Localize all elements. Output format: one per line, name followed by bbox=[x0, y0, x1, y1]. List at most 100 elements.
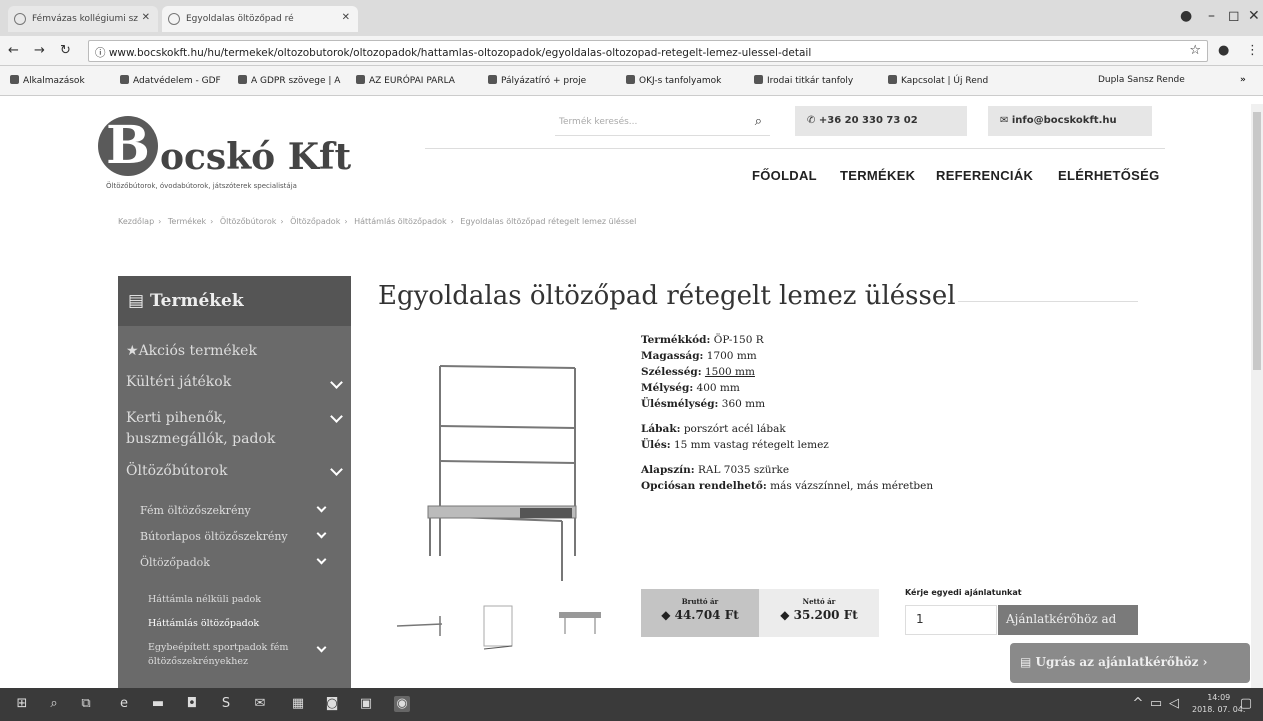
sidebar-item-built-in-line2[interactable]: öltözőszekrényekhez bbox=[148, 656, 248, 667]
thumbnail-2[interactable] bbox=[478, 604, 518, 654]
skype-icon[interactable]: S bbox=[218, 696, 234, 712]
bookmark-item[interactable]: Kapcsolat | Új Rend bbox=[888, 75, 988, 86]
request-quote-label: Kérje egyedi ajánlatunkat bbox=[905, 588, 1022, 597]
search-icon[interactable]: ⌕ bbox=[755, 114, 762, 129]
go-to-quote-button[interactable]: ▤ Ugrás az ajánlatkérőhöz › bbox=[1010, 643, 1250, 683]
product-image[interactable] bbox=[390, 346, 590, 586]
gross-price-label: Bruttó ár bbox=[681, 597, 719, 606]
bookmark-item[interactable]: AZ EURÓPAI PARLA bbox=[356, 75, 455, 86]
task-view-icon[interactable]: ⧉ bbox=[78, 696, 94, 712]
logo-name[interactable]: ocskó Kft bbox=[160, 136, 351, 178]
chevron-down-icon[interactable] bbox=[330, 410, 343, 423]
chevron-down-icon[interactable] bbox=[316, 642, 327, 653]
menu-home[interactable]: FŐOLDAL bbox=[752, 168, 817, 183]
more-bookmarks-icon[interactable]: » bbox=[1240, 75, 1246, 85]
bookmark-item[interactable]: Pályázatíró + proje bbox=[488, 75, 586, 86]
logo-mark[interactable]: B bbox=[98, 116, 158, 176]
network-icon[interactable]: ▭ bbox=[1148, 696, 1164, 712]
email-button[interactable]: ✉ info@bocskokft.hu bbox=[988, 106, 1152, 136]
add-to-quote-button[interactable]: Ajánlatkérőhöz ad bbox=[998, 605, 1138, 635]
photos-icon[interactable]: ◙ bbox=[324, 696, 340, 712]
tab-close-icon[interactable]: ✕ bbox=[342, 12, 350, 23]
spec-width: Szélesség: 1500 mm bbox=[641, 366, 755, 378]
bookmark-apps[interactable]: Alkalmazások bbox=[10, 75, 85, 86]
forward-icon[interactable]: → bbox=[34, 43, 45, 58]
breadcrumb-item[interactable]: Öltözőpadok bbox=[290, 217, 340, 226]
spec-height: Magasság: 1700 mm bbox=[641, 350, 757, 362]
thumbnail-1[interactable] bbox=[392, 606, 452, 638]
sidebar-item-metal-lockers[interactable]: Fém öltözőszekrény bbox=[140, 504, 251, 517]
bookmark-item[interactable]: Adatvédelem - GDF bbox=[120, 75, 221, 86]
mail-icon[interactable]: ✉ bbox=[252, 696, 268, 712]
chevron-down-icon[interactable] bbox=[316, 502, 327, 513]
sidebar-item-built-in-line1[interactable]: Egybeépített sportpadok fém bbox=[148, 642, 288, 653]
back-icon[interactable]: ← bbox=[8, 43, 19, 58]
edge-icon[interactable]: e bbox=[116, 696, 132, 712]
spec-color: Alapszín: RAL 7035 szürke bbox=[641, 464, 790, 476]
chevron-down-icon[interactable] bbox=[330, 376, 343, 389]
file-explorer-icon[interactable]: ▬ bbox=[150, 696, 166, 712]
breadcrumb-item[interactable]: Háttámlás öltözőpadok bbox=[354, 217, 447, 226]
spec-seat: Ülés: 15 mm vastag rétegelt lemez bbox=[641, 439, 829, 451]
store-icon[interactable]: ◘ bbox=[184, 696, 200, 712]
chevron-down-icon[interactable] bbox=[316, 528, 327, 539]
notifications-icon[interactable]: ▢ bbox=[1238, 696, 1254, 712]
bookmark-icon bbox=[626, 75, 635, 84]
sidebar-item-benches-back[interactable]: Háttámlás öltözőpadok bbox=[148, 618, 259, 629]
web-page: B ocskó Kft Öltözőbútorok, óvodabútorok,… bbox=[0, 96, 1263, 688]
logo-tagline: Öltözőbútorok, óvodabútorok, játszóterek… bbox=[106, 182, 297, 190]
breadcrumb-item[interactable]: Öltözőbútorok bbox=[220, 217, 276, 226]
maximize-icon[interactable]: ◻ bbox=[1228, 8, 1240, 24]
sidebar-item-garden-line1[interactable]: Kerti pihenők, bbox=[126, 410, 227, 426]
bookmark-icon bbox=[238, 75, 247, 84]
breadcrumb-item[interactable]: Termékek bbox=[168, 217, 206, 226]
bookmark-item[interactable]: OKJ-s tanfolyamok bbox=[626, 75, 721, 86]
sidebar-item-board-lockers[interactable]: Bútorlapos öltözőszekrény bbox=[140, 530, 288, 543]
phone-button[interactable]: ✆ +36 20 330 73 02 bbox=[795, 106, 967, 136]
calculator-icon[interactable]: ▦ bbox=[290, 696, 306, 712]
chevron-down-icon[interactable] bbox=[316, 554, 327, 565]
bookmark-item[interactable]: Dupla Sansz Rende bbox=[1098, 75, 1185, 85]
spec-options: Opciósan rendelhető: más vázszínnel, más… bbox=[641, 480, 934, 492]
close-window-icon[interactable]: ✕ bbox=[1248, 8, 1260, 24]
menu-icon[interactable]: ⋮ bbox=[1246, 43, 1259, 58]
chrome-icon[interactable]: ◉ bbox=[394, 696, 410, 712]
start-icon[interactable]: ⊞ bbox=[14, 696, 30, 712]
profile-icon[interactable]: ● bbox=[1180, 8, 1192, 24]
bookmark-item[interactable]: A GDPR szövege | A bbox=[238, 75, 340, 86]
reload-icon[interactable]: ↻ bbox=[60, 43, 71, 58]
search-icon[interactable]: ⌕ bbox=[46, 696, 62, 712]
header-divider bbox=[425, 148, 1165, 149]
sidebar-item-changing-furniture[interactable]: Öltözőbútorok bbox=[126, 463, 227, 479]
minimize-icon[interactable]: – bbox=[1208, 8, 1215, 24]
page-scrollbar[interactable] bbox=[1251, 104, 1263, 688]
star-icon[interactable]: ☆ bbox=[1189, 43, 1201, 58]
sidebar-item-benches[interactable]: Öltözőpadok bbox=[140, 556, 210, 569]
breadcrumb: Kezdőlap › Termékek › Öltözőbútorok › Öltöz… bbox=[118, 217, 637, 226]
tab-1[interactable]: Fémvázas kollégiumi sz ✕ bbox=[8, 6, 158, 32]
url-input[interactable]: ⓘ www.bocskokft.hu/hu/termekek/oltozobut… bbox=[88, 40, 1208, 62]
sidebar-item-outdoor-games[interactable]: Kültéri játékok bbox=[126, 374, 231, 390]
bookmark-item[interactable]: Irodai titkár tanfoly bbox=[754, 75, 853, 86]
tab-2[interactable]: Egyoldalas öltözőpad ré ✕ bbox=[162, 6, 358, 32]
sidebar-item-sale[interactable]: ★Akciós termékek bbox=[126, 343, 257, 359]
volume-icon[interactable]: ◁ bbox=[1166, 696, 1182, 712]
menu-references[interactable]: REFERENCIÁK bbox=[936, 168, 1033, 183]
gross-price: ◆ 44.704 Ft bbox=[661, 608, 739, 622]
quantity-input[interactable]: 1 bbox=[905, 605, 997, 635]
breadcrumb-item[interactable]: Kezdőlap bbox=[118, 217, 154, 226]
menu-products[interactable]: TERMÉKEK bbox=[840, 168, 915, 183]
menu-contact[interactable]: ELÉRHETŐSÉG bbox=[1058, 168, 1160, 183]
search-input[interactable]: Termék keresés... ⌕ bbox=[555, 108, 770, 136]
extension-icon[interactable]: ● bbox=[1218, 43, 1229, 58]
sidebar-item-benches-no-back[interactable]: Háttámla nélküli padok bbox=[148, 594, 261, 605]
sidebar-item-garden-line2[interactable]: buszmegállók, padok bbox=[126, 431, 275, 447]
spec-seat-depth: Ülésmélység: 360 mm bbox=[641, 398, 766, 410]
tab-close-icon[interactable]: ✕ bbox=[142, 12, 150, 23]
thumbnail-3[interactable] bbox=[555, 606, 605, 638]
chevron-up-icon[interactable]: ^ bbox=[1130, 696, 1146, 712]
chevron-down-icon[interactable] bbox=[330, 463, 343, 476]
app-icon[interactable]: ▣ bbox=[358, 696, 374, 712]
scrollbar-thumb[interactable] bbox=[1253, 112, 1261, 370]
star-icon: ★ bbox=[126, 343, 139, 359]
